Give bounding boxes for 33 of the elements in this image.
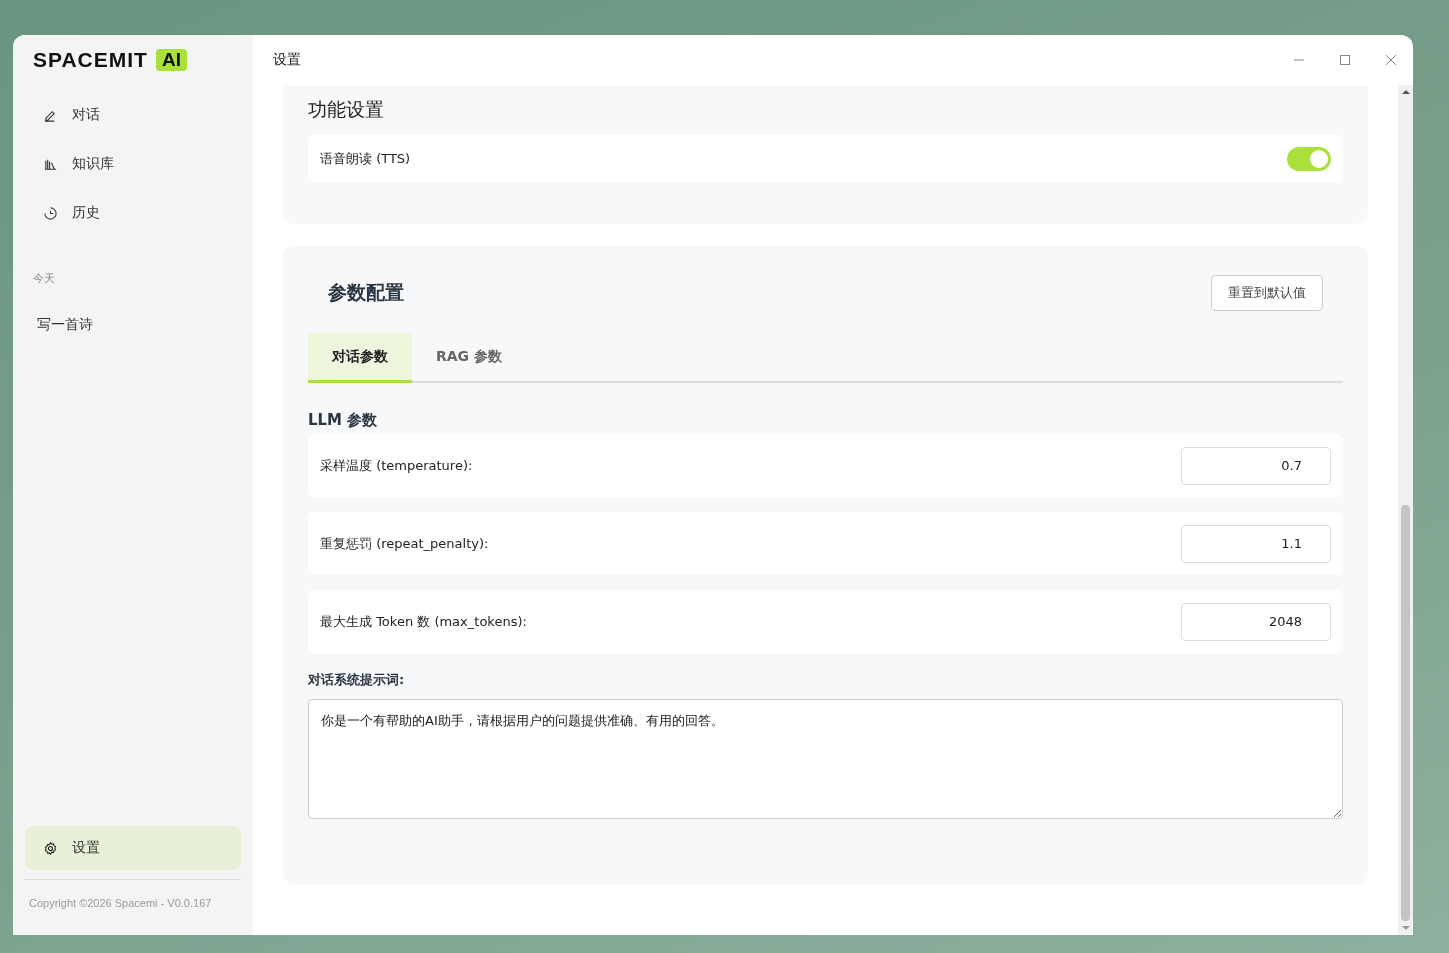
clock-icon (43, 205, 58, 221)
section-title: 功能设置 (308, 97, 385, 122)
tab[interactable]: RAG 参数 (412, 333, 526, 383)
close-icon[interactable] (1385, 54, 1397, 66)
setting-label: 语音朗读 (TTS) (320, 150, 411, 168)
param-label: 采样温度 (temperature): (320, 456, 473, 475)
scroll-up-icon[interactable] (1401, 89, 1410, 95)
toggle-switch[interactable] (1287, 147, 1331, 171)
prompt-label: 对话系统提示词: (308, 671, 406, 689)
history-item[interactable]: 写一首诗 (25, 316, 241, 334)
logo-text: SPACEMIT (33, 48, 148, 72)
param-label: 最大生成 Token 数 (max_tokens): (320, 612, 527, 631)
window-title: 设置 (273, 51, 301, 69)
subsection-title: LLM 参数 (308, 411, 379, 430)
history-group-label: 今天 (32, 271, 56, 286)
reset-button[interactable]: 重置到默认值 (1211, 275, 1323, 311)
tab[interactable]: 对话参数 (308, 333, 412, 383)
nav-item[interactable]: 历史 (25, 197, 241, 229)
number-field[interactable]: 0.7 (1181, 446, 1331, 485)
copyright-text: Copyright ©2026 Spacemi - V0.0.167 (28, 896, 213, 911)
settings-item[interactable]: 设置 (25, 826, 241, 870)
number-field[interactable]: 2048 (1181, 602, 1331, 641)
scrollbar[interactable] (1398, 85, 1413, 935)
section-title: 参数配置 (328, 280, 404, 305)
number-field[interactable]: 1.1 (1181, 524, 1331, 563)
nav-item[interactable]: 知识库 (25, 148, 241, 180)
nav-item[interactable]: 对话 (25, 99, 241, 131)
scroll-down-icon[interactable] (1401, 925, 1410, 931)
gear-icon (43, 840, 58, 856)
prompt-field[interactable]: 你是一个有帮助的AI助手，请根据用户的问题提供准确、有用的回答。 (308, 699, 1343, 819)
param-label: 重复惩罚 (repeat_penalty): (320, 534, 489, 553)
logo-badge: AI (155, 49, 187, 71)
maximize-icon[interactable] (1339, 54, 1351, 66)
